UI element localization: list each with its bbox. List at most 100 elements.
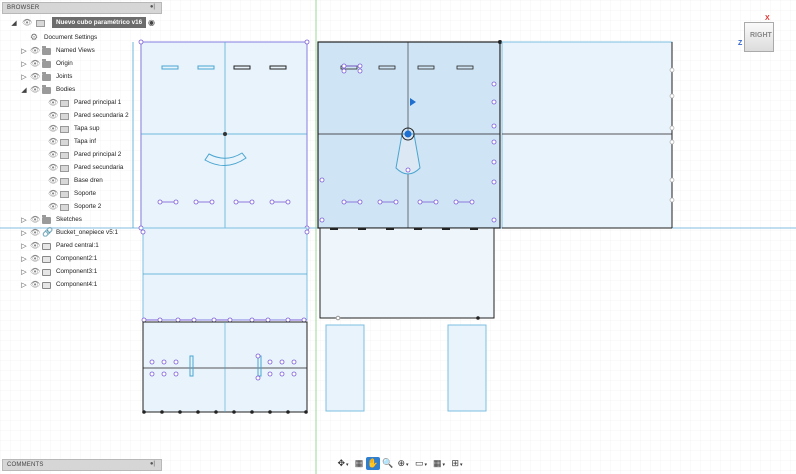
browser-item-pared-principal-1[interactable]: 👁 Pared principal 1 bbox=[2, 97, 172, 110]
browser-item-document-settings[interactable]: ⚙ Document Settings bbox=[2, 32, 172, 45]
grid-settings-icon[interactable]: ▦▾ bbox=[432, 457, 446, 470]
browser-item-soporte[interactable]: 👁 Soporte bbox=[2, 188, 172, 201]
browser-item-label: Soporte bbox=[74, 190, 97, 197]
body-icon bbox=[60, 126, 69, 133]
panel-bottom-left[interactable] bbox=[142, 321, 308, 414]
browser-item-pared-secundaria[interactable]: 👁 Pared secundaria bbox=[2, 162, 172, 175]
browser-item-component3-1[interactable]: ▷ 👁 Component3:1 bbox=[2, 266, 172, 279]
eye-icon[interactable]: 👁 bbox=[48, 202, 58, 211]
body-icon bbox=[60, 152, 69, 159]
collapse-arrow-icon[interactable]: ◢ bbox=[20, 86, 28, 94]
browser-item-label: Origin bbox=[56, 60, 73, 67]
eye-icon[interactable]: 👁 bbox=[48, 189, 58, 198]
document-title[interactable]: Nuevo cubo paramétrico v16 bbox=[52, 17, 147, 28]
expand-arrow-icon[interactable]: ▷ bbox=[20, 268, 28, 276]
browser-item-named-views[interactable]: ▷ 👁 Named Views bbox=[2, 45, 172, 58]
eye-icon[interactable]: 👁 bbox=[30, 72, 40, 81]
folder-icon bbox=[42, 215, 51, 224]
eye-icon[interactable]: 👁 bbox=[48, 176, 58, 185]
eye-icon[interactable]: 👁 bbox=[48, 163, 58, 172]
expand-arrow-icon[interactable]: ▷ bbox=[20, 60, 28, 68]
browser-item-pared-principal-2[interactable]: 👁 Pared principal 2 bbox=[2, 149, 172, 162]
navigation-toolbar: ✥▾ ▦ ✋ 🔍 ⊕▾ ▭▾ ▦▾ ⊞▾ bbox=[336, 457, 468, 471]
browser-item-sketches[interactable]: ▷ 👁 Sketches bbox=[2, 214, 172, 227]
eye-icon[interactable]: 👁 bbox=[30, 228, 40, 237]
orbit-icon[interactable]: ✥▾ bbox=[336, 457, 350, 470]
folder-icon bbox=[42, 72, 51, 81]
browser-item-bucket-onepiece-v5-1[interactable]: ▷ 👁 🔗 Bucket_onepiece v5:1 bbox=[2, 227, 172, 240]
browser-item-tapa-sup[interactable]: 👁 Tapa sup bbox=[2, 123, 172, 136]
eye-icon[interactable]: 👁 bbox=[30, 85, 40, 94]
panel-top-center[interactable] bbox=[317, 40, 502, 229]
eye-icon[interactable]: 👁 bbox=[48, 124, 58, 133]
expand-arrow-icon[interactable]: ▷ bbox=[20, 73, 28, 81]
fit-icon[interactable]: ⊕▾ bbox=[396, 457, 410, 470]
panel-top-right[interactable] bbox=[501, 41, 675, 229]
eye-icon[interactable]: 👁 bbox=[48, 98, 58, 107]
browser-item-base-dren[interactable]: 👁 Base dren bbox=[2, 175, 172, 188]
browser-item-bodies[interactable]: ◢ 👁 Bodies bbox=[2, 84, 172, 97]
browser-item-component2-1[interactable]: ▷ 👁 Component2:1 bbox=[2, 253, 172, 266]
eye-icon[interactable]: 👁 bbox=[30, 59, 40, 68]
comments-header[interactable]: COMMENTS ●| bbox=[2, 459, 162, 471]
display-settings-icon[interactable]: ▭▾ bbox=[414, 457, 428, 470]
browser-item-origin[interactable]: ▷ 👁 Origin bbox=[2, 58, 172, 71]
activate-radio-icon[interactable]: ◉ bbox=[148, 18, 155, 27]
browser-title: BROWSER bbox=[7, 5, 40, 11]
browser-item-tapa-inf[interactable]: 👁 Tapa inf bbox=[2, 136, 172, 149]
eye-icon[interactable]: 👁 bbox=[30, 254, 40, 263]
eye-icon[interactable]: 👁 bbox=[30, 241, 40, 250]
panel-bottom-small-left[interactable] bbox=[325, 324, 365, 412]
eye-icon[interactable]: 👁 bbox=[30, 46, 40, 55]
add-comment-icon[interactable]: ●| bbox=[150, 461, 155, 467]
gear-icon: ⚙ bbox=[30, 32, 39, 42]
comments-panel[interactable]: COMMENTS ●| bbox=[2, 459, 162, 471]
eye-icon[interactable]: 👁 bbox=[30, 215, 40, 224]
browser-item-label: Tapa sup bbox=[74, 125, 100, 132]
browser-panel: BROWSER ●| ◢ 👁 Nuevo cubo paramétrico v1… bbox=[2, 2, 162, 294]
eye-icon[interactable]: 👁 bbox=[48, 150, 58, 159]
expand-arrow-icon[interactable]: ▷ bbox=[20, 242, 28, 250]
body-icon bbox=[60, 139, 69, 146]
folder-icon bbox=[42, 59, 51, 68]
panel-bottom-small-right[interactable] bbox=[447, 324, 487, 412]
browser-item-label: Pared principal 1 bbox=[74, 99, 122, 106]
zoom-icon[interactable]: 🔍 bbox=[381, 457, 395, 470]
browser-item-pared-central-1[interactable]: ▷ 👁 Pared central:1 bbox=[2, 240, 172, 253]
component-icon bbox=[42, 243, 51, 250]
pin-icon[interactable]: ●| bbox=[150, 4, 155, 10]
link-icon: 🔗 bbox=[42, 227, 54, 237]
body-icon bbox=[60, 178, 69, 185]
body-icon bbox=[60, 113, 69, 120]
look-at-icon[interactable]: ▦ bbox=[352, 457, 366, 470]
eye-icon[interactable]: 👁 bbox=[48, 111, 58, 120]
browser-header[interactable]: BROWSER ●| bbox=[2, 2, 162, 14]
viewcube[interactable]: RIGHT bbox=[744, 22, 774, 52]
browser-item-label: Document Settings bbox=[44, 34, 98, 41]
eye-icon[interactable]: 👁 bbox=[48, 137, 58, 146]
eye-icon[interactable]: 👁 bbox=[22, 18, 32, 27]
browser-item-component4-1[interactable]: ▷ 👁 Component4:1 bbox=[2, 279, 172, 292]
expand-arrow-icon[interactable]: ▷ bbox=[20, 255, 28, 263]
viewports-icon[interactable]: ⊞▾ bbox=[450, 457, 464, 470]
browser-item-label: Component3:1 bbox=[56, 268, 98, 275]
browser-item-pared-secundaria-2[interactable]: 👁 Pared secundaria 2 bbox=[2, 110, 172, 123]
expand-arrow-icon[interactable]: ▷ bbox=[20, 229, 28, 237]
browser-item-joints[interactable]: ▷ 👁 Joints bbox=[2, 71, 172, 84]
browser-item-soporte-2[interactable]: 👁 Soporte 2 bbox=[2, 201, 172, 214]
viewcube-face-label: RIGHT bbox=[750, 32, 772, 39]
body-icon bbox=[60, 204, 69, 211]
collapse-arrow-icon[interactable]: ◢ bbox=[10, 19, 18, 27]
eye-icon[interactable]: 👁 bbox=[30, 267, 40, 276]
pan-icon[interactable]: ✋ bbox=[366, 457, 380, 470]
expand-arrow-icon[interactable]: ▷ bbox=[20, 47, 28, 55]
browser-item-label: Pared secundaria bbox=[74, 164, 124, 171]
expand-arrow-icon[interactable]: ▷ bbox=[20, 216, 28, 224]
component-icon bbox=[42, 282, 51, 289]
document-root-row[interactable]: ◢ 👁 Nuevo cubo paramétrico v16 ◉ bbox=[2, 17, 172, 30]
component-icon bbox=[42, 269, 51, 276]
eye-icon[interactable]: 👁 bbox=[30, 280, 40, 289]
panel-middle-center[interactable] bbox=[319, 227, 495, 321]
expand-arrow-icon[interactable]: ▷ bbox=[20, 281, 28, 289]
browser-item-label: Component4:1 bbox=[56, 281, 98, 288]
